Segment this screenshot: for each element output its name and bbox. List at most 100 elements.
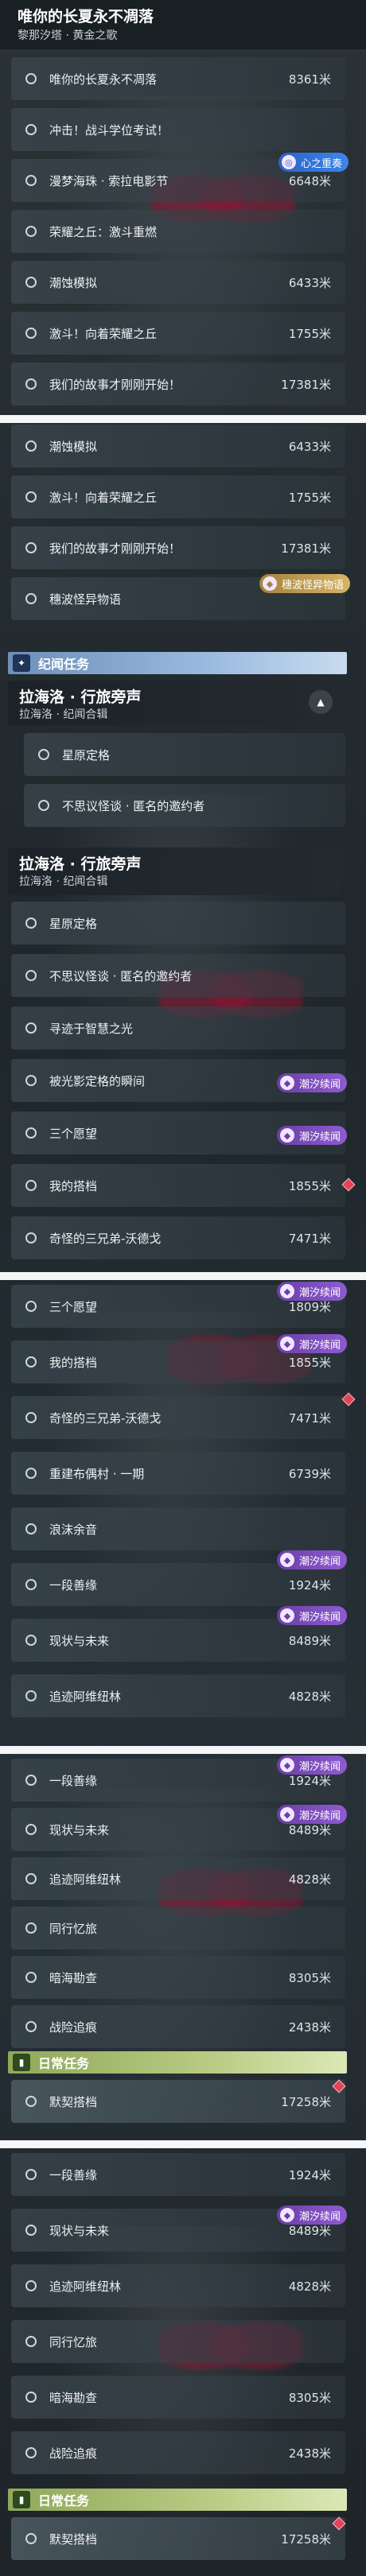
quest-row[interactable]: 不思议怪谈 · 匿名的邀约者 bbox=[24, 784, 345, 827]
radio-circle-icon[interactable] bbox=[25, 124, 37, 135]
quest-row[interactable]: 浪沫余音 bbox=[11, 1507, 345, 1550]
radio-circle-icon[interactable] bbox=[25, 1824, 37, 1835]
radio-circle-icon[interactable] bbox=[25, 1579, 37, 1590]
quest-row[interactable]: 唯你的长夏永不凋落 8361米 bbox=[11, 57, 345, 100]
daily-quest-row[interactable]: 默契搭档 17258米 bbox=[11, 2079, 346, 2123]
event-badge-label: 潮汐续闻 bbox=[298, 1810, 341, 1822]
quest-row[interactable]: 奇怪的三兄弟-沃德戈 7471米 bbox=[11, 1216, 345, 1259]
radio-circle-icon[interactable] bbox=[25, 1635, 37, 1646]
quest-row[interactable]: 奇怪的三兄弟-沃德戈 7471米 bbox=[11, 1396, 345, 1439]
radio-circle-icon[interactable] bbox=[25, 1690, 37, 1701]
quest-row[interactable]: 一段善缘 1924米 bbox=[11, 1563, 345, 1606]
quest-row[interactable]: 激斗！向着荣耀之丘 1755米 bbox=[11, 312, 345, 355]
quest-label: 追迹阿维纽林 bbox=[49, 1689, 122, 1704]
quest-row[interactable]: 战险追痕 2438米 bbox=[11, 2005, 345, 2048]
radio-circle-icon[interactable] bbox=[25, 2169, 37, 2180]
radio-circle-icon[interactable] bbox=[25, 1775, 37, 1786]
quest-subtitle: 拉海洛 · 纪闻合辑 bbox=[19, 708, 108, 721]
daily-quest-row[interactable]: 默契搭档 17258米 bbox=[11, 2516, 346, 2560]
event-badge-icon: ◆ bbox=[279, 1284, 294, 1298]
quest-list-panel-5: 一段善缘 1924米 现状与未来 8489米 追迹阿维纽林 4828米 同行忆旅 暗海勘查 83… bbox=[0, 1755, 366, 2139]
radio-circle-icon[interactable] bbox=[25, 378, 37, 390]
quest-row[interactable]: 重建布偶村 · 一期 6739米 bbox=[11, 1452, 345, 1495]
event-badge-label: 心之重奏 bbox=[300, 157, 342, 170]
radio-circle-icon[interactable] bbox=[25, 1022, 37, 1034]
quest-row[interactable]: 战险追痕 2438米 bbox=[11, 2431, 345, 2474]
quest-distance: 1755米 bbox=[288, 326, 331, 341]
radio-circle-icon[interactable] bbox=[25, 277, 37, 288]
quest-row[interactable]: 追迹阿维纽林 4828米 bbox=[11, 1674, 345, 1717]
radio-circle-icon[interactable] bbox=[25, 2021, 37, 2032]
quest-row[interactable]: 冲击！战斗学位考试！ bbox=[11, 108, 345, 151]
radio-circle-icon[interactable] bbox=[25, 593, 37, 604]
quest-row[interactable]: 不思议怪谈 · 匿名的邀约者 bbox=[11, 954, 345, 997]
category-header-memoir[interactable]: ✦ 纪闻任务 bbox=[8, 652, 347, 674]
radio-circle-icon[interactable] bbox=[25, 1232, 37, 1243]
quest-label: 我的搭档 bbox=[49, 1178, 98, 1193]
quest-header[interactable]: 唯你的长夏永不凋落 黎那汐塔 · 黄金之歌 bbox=[0, 0, 366, 49]
event-badge-icon: ◆ bbox=[262, 576, 277, 591]
quest-label: 潮蚀模拟 bbox=[49, 439, 98, 454]
radio-circle-icon[interactable] bbox=[25, 542, 37, 553]
quest-row[interactable]: 荣耀之丘：激斗重燃 bbox=[11, 210, 345, 253]
radio-circle-icon[interactable] bbox=[25, 328, 37, 339]
radio-circle-icon[interactable] bbox=[25, 2280, 37, 2291]
radio-circle-icon[interactable] bbox=[25, 1075, 37, 1086]
radio-circle-icon[interactable] bbox=[25, 440, 37, 452]
quest-row[interactable]: 潮蚀模拟 6433米 bbox=[11, 261, 345, 304]
quest-row[interactable]: 寻迹于智慧之光 bbox=[11, 1007, 345, 1049]
radio-circle-icon[interactable] bbox=[25, 491, 37, 502]
chevron-up-icon[interactable]: ▲ bbox=[309, 690, 333, 714]
quest-row[interactable]: 我的搭档 1855米 bbox=[11, 1164, 345, 1207]
radio-circle-icon[interactable] bbox=[25, 1180, 37, 1191]
quest-label: 现状与未来 bbox=[49, 1633, 110, 1648]
radio-circle-icon[interactable] bbox=[25, 1468, 37, 1479]
radio-circle-icon[interactable] bbox=[25, 1972, 37, 1983]
radio-circle-icon[interactable] bbox=[38, 749, 49, 760]
radio-circle-icon[interactable] bbox=[25, 1356, 37, 1368]
quest-row[interactable]: 星原定格 bbox=[24, 733, 345, 776]
quest-row[interactable]: 暗海勘查 8305米 bbox=[11, 1956, 345, 1999]
event-badge: ◎ 心之重奏 bbox=[278, 153, 348, 172]
quest-title: 唯你的长夏永不凋落 bbox=[18, 8, 154, 25]
quest-row[interactable]: 我们的故事才刚刚开始！ 17381米 bbox=[11, 526, 345, 569]
radio-circle-icon[interactable] bbox=[25, 2336, 37, 2347]
radio-circle-icon[interactable] bbox=[25, 1301, 37, 1312]
quest-row[interactable]: 我们的故事才刚刚开始！ 17381米 bbox=[11, 363, 345, 405]
quest-row[interactable]: 星原定格 bbox=[11, 902, 345, 945]
radio-circle-icon[interactable] bbox=[38, 800, 49, 811]
radio-circle-icon[interactable] bbox=[25, 918, 37, 929]
quest-row[interactable]: 潮蚀模拟 6433米 bbox=[11, 425, 345, 467]
category-header-daily[interactable]: ▮ 日常任务 bbox=[8, 2489, 347, 2511]
radio-circle-icon[interactable] bbox=[25, 1412, 37, 1423]
quest-row[interactable]: 同行忆旅 bbox=[11, 2320, 345, 2363]
quest-row[interactable]: 激斗！向着荣耀之丘 1755米 bbox=[11, 475, 345, 518]
radio-circle-icon[interactable] bbox=[25, 1127, 37, 1139]
radio-circle-icon[interactable] bbox=[25, 2447, 37, 2458]
quest-row[interactable]: 追迹阿维纽林 4828米 bbox=[11, 1857, 345, 1900]
quest-row[interactable]: 一段善缘 1924米 bbox=[11, 2153, 345, 2196]
event-badge-label: 潮汐续闻 bbox=[298, 2210, 341, 2223]
radio-circle-icon[interactable] bbox=[25, 73, 37, 84]
quest-distance: 17258米 bbox=[281, 2094, 331, 2109]
radio-circle-icon[interactable] bbox=[25, 970, 37, 981]
category-header-daily[interactable]: ▮ 日常任务 bbox=[8, 2051, 347, 2074]
radio-circle-icon[interactable] bbox=[25, 175, 37, 186]
radio-circle-icon[interactable] bbox=[25, 2225, 37, 2236]
radio-circle-icon[interactable] bbox=[25, 1873, 37, 1884]
event-badge: ◆ 穗波怪异物语 bbox=[259, 574, 350, 593]
radio-circle-icon[interactable] bbox=[25, 2096, 37, 2107]
quest-row[interactable]: 暗海勘查 8305米 bbox=[11, 2376, 345, 2419]
radio-circle-icon[interactable] bbox=[25, 2392, 37, 2403]
quest-header-memoir[interactable]: 拉海洛 · 行旅旁声 拉海洛 · 纪闻合辑 ▲ bbox=[8, 681, 342, 725]
radio-circle-icon[interactable] bbox=[25, 1922, 37, 1934]
quest-row[interactable]: 追迹阿维纽林 4828米 bbox=[11, 2264, 345, 2307]
radio-circle-icon[interactable] bbox=[25, 2533, 37, 2544]
radio-circle-icon[interactable] bbox=[25, 226, 37, 237]
radio-circle-icon[interactable] bbox=[25, 1523, 37, 1534]
quest-header-memoir-2[interactable]: 拉海洛 · 行旅旁声 拉海洛 · 纪闻合辑 bbox=[8, 848, 342, 895]
quest-label: 战险追痕 bbox=[49, 2446, 98, 2461]
quest-row[interactable]: 现状与未来 8489米 bbox=[11, 1619, 345, 1662]
quest-row[interactable]: 同行忆旅 bbox=[11, 1907, 345, 1949]
tracking-diamond-icon bbox=[332, 2516, 346, 2531]
